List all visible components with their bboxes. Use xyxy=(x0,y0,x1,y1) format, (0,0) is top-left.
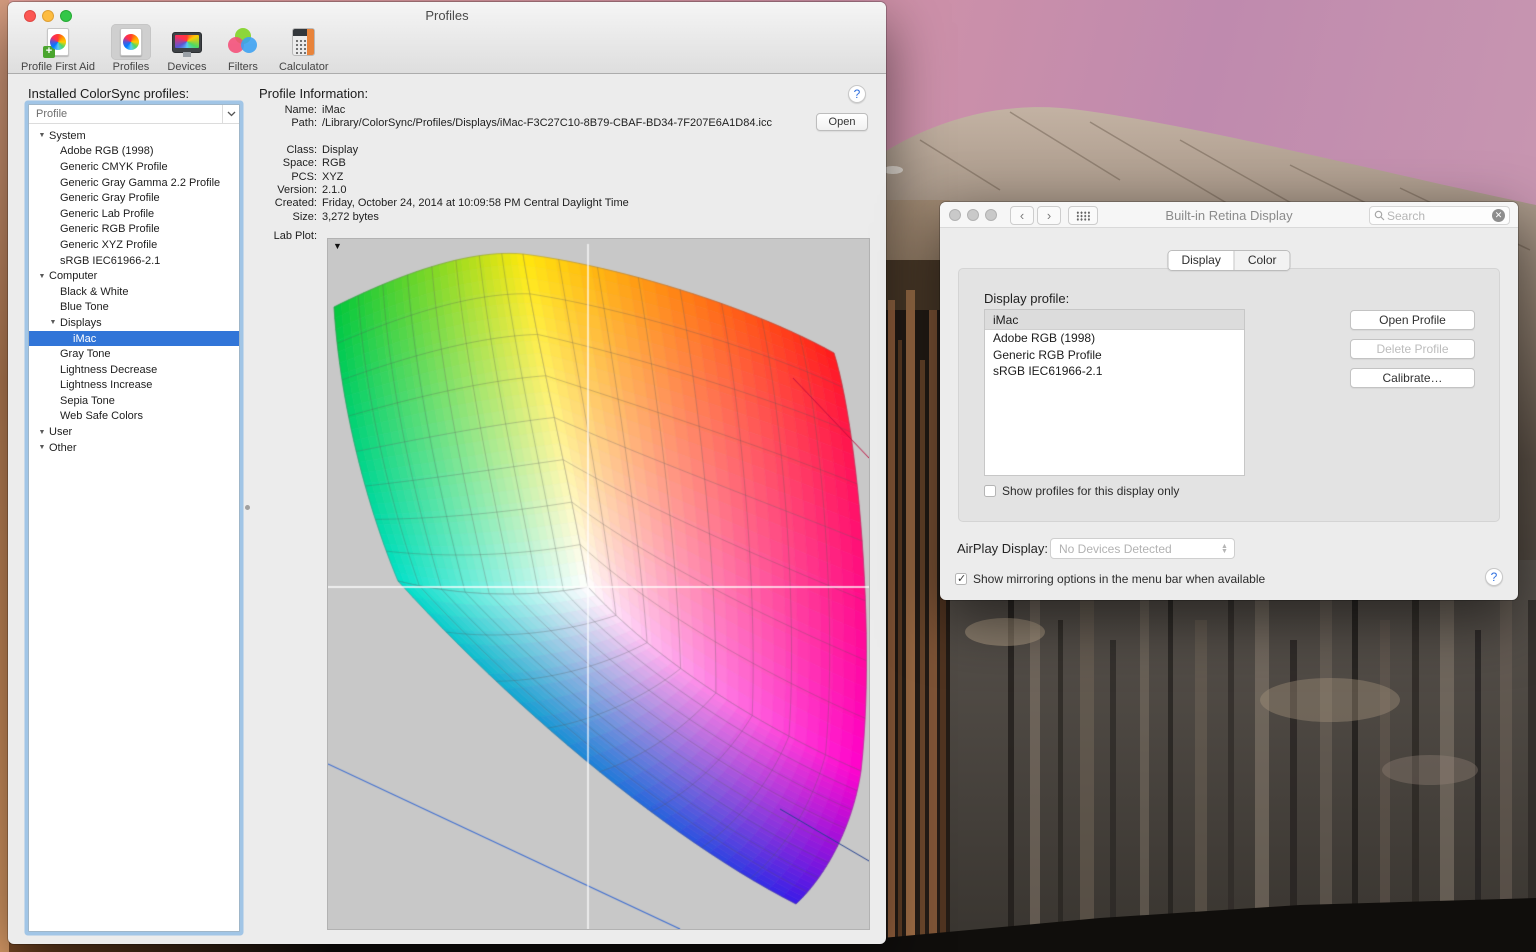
column-chevron-icon[interactable] xyxy=(222,105,239,123)
profile-list: Profile ▼System Adobe RGB (1998) Generic… xyxy=(28,104,240,932)
profile-tree: ▼System Adobe RGB (1998) Generic CMYK Pr… xyxy=(29,125,239,931)
open-profile-button[interactable]: Open Profile xyxy=(1350,310,1475,330)
show-profiles-checkbox-row[interactable]: Show profiles for this display only xyxy=(984,484,1179,498)
toolbar-item-filters[interactable]: Filters xyxy=(220,24,266,73)
mirroring-checkbox-row[interactable]: Show mirroring options in the menu bar w… xyxy=(955,572,1265,586)
plot-menu-icon[interactable]: ▼ xyxy=(333,241,342,251)
tree-row[interactable]: Web Safe Colors xyxy=(29,409,239,425)
toolbar-item-devices[interactable]: Devices xyxy=(164,24,210,73)
tree-row[interactable]: Gray Tone xyxy=(29,346,239,362)
info-pcs-value: XYZ xyxy=(322,171,822,184)
lab-plot: ▼ xyxy=(327,238,870,930)
toolbar-item-calculator[interactable]: Calculator xyxy=(276,24,332,73)
checkbox-label: Show mirroring options in the menu bar w… xyxy=(973,572,1265,586)
airplay-display-label: AirPlay Display: xyxy=(957,541,1048,556)
info-created-value: Friday, October 24, 2014 at 10:09:58 PM … xyxy=(322,197,822,210)
profile-list-item[interactable]: Adobe RGB (1998) xyxy=(985,330,1244,347)
calibrate-button[interactable]: Calibrate… xyxy=(1350,368,1475,388)
display-device-icon xyxy=(172,32,202,53)
colorsync-document-firstaid-icon: + xyxy=(47,28,69,56)
tree-row[interactable]: Blue Tone xyxy=(29,300,239,316)
system-preferences-window: ‹ › Built-in Retina Display ✕ Display Co… xyxy=(940,202,1518,600)
toolbar-item-profiles[interactable]: Profiles xyxy=(108,24,154,73)
airplay-popup: No Devices Detected ▲▼ xyxy=(1050,538,1235,559)
search-input[interactable] xyxy=(1385,208,1492,224)
help-icon[interactable]: ? xyxy=(1485,568,1503,586)
checkbox-unchecked-icon[interactable] xyxy=(984,485,996,497)
info-name-value: iMac xyxy=(322,104,822,117)
tree-row[interactable]: Generic CMYK Profile xyxy=(29,159,239,175)
tree-row-displays[interactable]: ▼Displays xyxy=(29,315,239,331)
lab-plot-label: Lab Plot: xyxy=(259,230,317,242)
filters-circles-icon xyxy=(228,28,258,56)
open-button[interactable]: Open xyxy=(816,113,868,131)
info-space-value: RGB xyxy=(322,157,822,170)
info-path-value: /Library/ColorSync/Profiles/Displays/iMa… xyxy=(322,117,822,130)
tree-row-user[interactable]: ▼User xyxy=(29,424,239,440)
toolbar-item-profile-first-aid[interactable]: + Profile First Aid xyxy=(18,24,98,73)
checkbox-label: Show profiles for this display only xyxy=(1002,484,1179,498)
tab-color[interactable]: Color xyxy=(1234,251,1290,270)
tab-display[interactable]: Display xyxy=(1168,251,1233,270)
tree-row[interactable]: Generic XYZ Profile xyxy=(29,237,239,253)
tree-row-system[interactable]: ▼System xyxy=(29,128,239,144)
tree-row[interactable]: Generic Lab Profile xyxy=(29,206,239,222)
search-field[interactable]: ✕ xyxy=(1369,206,1510,225)
disclosure-triangle-icon[interactable]: ▼ xyxy=(37,273,47,280)
window-title: Profiles xyxy=(8,8,886,23)
colorsync-header: Profiles + Profile First Aid Profiles De… xyxy=(8,2,886,74)
profile-info-heading: Profile Information: xyxy=(259,86,368,101)
display-profile-list: iMac Adobe RGB (1998) Generic RGB Profil… xyxy=(984,309,1245,476)
checkbox-checked-icon[interactable] xyxy=(955,573,967,585)
prefs-titlebar[interactable]: ‹ › Built-in Retina Display ✕ xyxy=(940,202,1518,228)
clear-icon[interactable]: ✕ xyxy=(1492,209,1505,222)
search-icon xyxy=(1374,210,1385,221)
disclosure-triangle-icon[interactable]: ▼ xyxy=(37,132,47,139)
tree-row[interactable]: Sepia Tone xyxy=(29,393,239,409)
sidebar-heading: Installed ColorSync profiles: xyxy=(28,86,189,101)
delete-profile-button: Delete Profile xyxy=(1350,339,1475,359)
disclosure-triangle-icon[interactable]: ▼ xyxy=(48,319,58,326)
profile-column-header[interactable]: Profile xyxy=(29,105,239,124)
info-size-value: 3,272 bytes xyxy=(322,211,822,224)
splitter-handle[interactable] xyxy=(245,505,250,510)
colorsync-document-icon xyxy=(120,28,142,56)
tree-row-imac-selected[interactable]: iMac xyxy=(29,331,239,347)
info-version-value: 2.1.0 xyxy=(322,184,822,197)
colorsync-toolbar: + Profile First Aid Profiles Devices Fil… xyxy=(18,24,332,72)
lab-plot-canvas xyxy=(328,239,869,929)
tree-row[interactable]: sRGB IEC61966-2.1 xyxy=(29,253,239,269)
selected-profile-row[interactable]: iMac xyxy=(985,310,1244,330)
disclosure-triangle-icon[interactable]: ▼ xyxy=(37,429,47,436)
display-profile-heading: Display profile: xyxy=(984,291,1069,306)
tree-row[interactable]: Adobe RGB (1998) xyxy=(29,144,239,160)
tree-row[interactable]: Black & White xyxy=(29,284,239,300)
tree-row[interactable]: Generic RGB Profile xyxy=(29,222,239,238)
display-tab-pane: Display profile: iMac Adobe RGB (1998) G… xyxy=(958,268,1500,522)
tree-row-computer[interactable]: ▼Computer xyxy=(29,268,239,284)
tree-row-other[interactable]: ▼Other xyxy=(29,440,239,456)
tree-row[interactable]: Generic Gray Profile xyxy=(29,190,239,206)
desktop: { "colorsync": { "title": "Profiles", "t… xyxy=(0,0,1536,952)
profile-info-table: Name:iMac Path:/Library/ColorSync/Profil… xyxy=(259,104,822,224)
disclosure-triangle-icon[interactable]: ▼ xyxy=(37,444,47,451)
tree-row[interactable]: Lightness Increase xyxy=(29,378,239,394)
profile-list-item[interactable]: Generic RGB Profile xyxy=(985,347,1244,364)
colorsync-titlebar[interactable]: Profiles xyxy=(8,2,886,26)
popup-stepper-icon: ▲▼ xyxy=(1218,544,1234,554)
colorsync-utility-window: Profiles + Profile First Aid Profiles De… xyxy=(8,2,886,944)
calculator-icon xyxy=(292,28,315,56)
info-class-value: Display xyxy=(322,144,822,157)
tree-row[interactable]: Generic Gray Gamma 2.2 Profile xyxy=(29,175,239,191)
tree-row[interactable]: Lightness Decrease xyxy=(29,362,239,378)
help-icon[interactable]: ? xyxy=(848,85,866,103)
profile-list-item[interactable]: sRGB IEC61966-2.1 xyxy=(985,363,1244,380)
display-color-tabs: Display Color xyxy=(1167,250,1290,271)
